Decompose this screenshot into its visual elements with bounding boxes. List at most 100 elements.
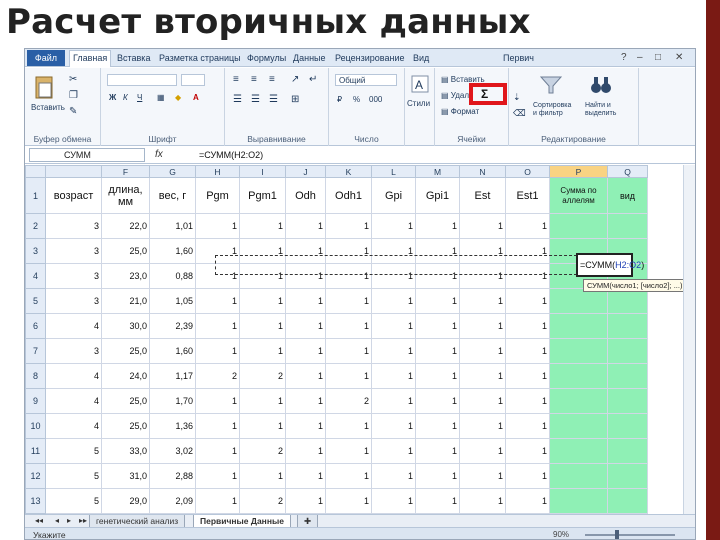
data-cell[interactable]: 1 [415, 288, 460, 314]
data-cell[interactable]: 1 [415, 213, 460, 239]
paste-icon[interactable] [33, 74, 55, 100]
row-header[interactable]: 9 [25, 388, 46, 414]
row-header[interactable]: 1 [25, 177, 46, 214]
sum-cell[interactable] [549, 413, 608, 439]
clear-icon[interactable]: ⌫ [513, 108, 526, 119]
data-cell[interactable]: 1 [195, 488, 240, 514]
data-cell[interactable]: 1 [415, 313, 460, 339]
sum-cell[interactable] [549, 488, 608, 514]
data-cell[interactable]: 25,0 [101, 238, 150, 264]
species-cell[interactable] [607, 488, 648, 514]
merge-cells-icon[interactable]: ⊞ [291, 94, 299, 105]
data-cell[interactable]: 1 [239, 263, 286, 289]
data-cell[interactable]: 1 [459, 338, 506, 364]
data-cell[interactable]: 1 [195, 463, 240, 489]
align-middle-icon[interactable]: ≡ [251, 74, 257, 85]
data-cell[interactable]: 3 [45, 238, 102, 264]
data-cell[interactable]: 1 [195, 213, 240, 239]
data-cell[interactable]: 25,0 [101, 338, 150, 364]
data-cell[interactable]: 1 [459, 488, 506, 514]
row-header[interactable]: 2 [25, 213, 46, 239]
data-cell[interactable]: 1 [285, 338, 326, 364]
filter-icon[interactable] [539, 74, 563, 96]
data-cell[interactable]: 1 [285, 213, 326, 239]
data-cell[interactable]: 1 [239, 238, 286, 264]
close-icon[interactable]: ✕ [675, 51, 683, 65]
data-cell[interactable]: 1 [195, 263, 240, 289]
data-cell[interactable]: 1 [239, 288, 286, 314]
data-cell[interactable]: 1 [325, 463, 372, 489]
sum-cell[interactable] [549, 338, 608, 364]
data-cell[interactable]: 1,05 [149, 288, 196, 314]
data-cell[interactable]: 1,36 [149, 413, 196, 439]
column-header[interactable]: I [239, 165, 286, 178]
data-cell[interactable]: 1 [195, 338, 240, 364]
name-box[interactable]: СУММ [29, 148, 145, 162]
data-cell[interactable]: 4 [45, 363, 102, 389]
data-cell[interactable]: 1 [459, 263, 506, 289]
data-cell[interactable]: 3 [45, 338, 102, 364]
data-cell[interactable]: 1 [285, 463, 326, 489]
sum-cell[interactable] [549, 363, 608, 389]
select-all-corner[interactable] [25, 165, 46, 178]
data-cell[interactable]: 1 [459, 238, 506, 264]
align-right-icon[interactable]: ☰ [269, 94, 278, 105]
column-header[interactable]: J [285, 165, 326, 178]
column-header[interactable]: N [459, 165, 506, 178]
zoom-slider[interactable] [585, 534, 675, 536]
number-format-select[interactable]: Общий [335, 74, 397, 86]
align-top-icon[interactable]: ≡ [233, 74, 239, 85]
species-cell[interactable] [607, 313, 648, 339]
data-cell[interactable]: 1 [195, 413, 240, 439]
data-cell[interactable]: 1 [239, 313, 286, 339]
data-cell[interactable]: 1 [195, 388, 240, 414]
data-cell[interactable]: 1 [325, 413, 372, 439]
sum-cell[interactable] [549, 463, 608, 489]
data-cell[interactable]: 0,88 [149, 263, 196, 289]
data-cell[interactable]: 2 [239, 363, 286, 389]
percent-icon[interactable]: % [353, 94, 360, 105]
data-cell[interactable]: 1 [285, 363, 326, 389]
data-cell[interactable]: 1 [505, 488, 550, 514]
data-cell[interactable]: 1 [285, 488, 326, 514]
row-header[interactable]: 5 [25, 288, 46, 314]
data-cell[interactable]: 1 [239, 338, 286, 364]
data-cell[interactable]: 1 [459, 413, 506, 439]
data-cell[interactable]: 24,0 [101, 363, 150, 389]
column-header[interactable]: Q [607, 165, 648, 178]
find-select-button[interactable]: Найти и выделить [585, 102, 629, 118]
data-cell[interactable]: 1 [459, 213, 506, 239]
data-cell[interactable]: 1 [195, 438, 240, 464]
data-cell[interactable]: 1,60 [149, 238, 196, 264]
borders-icon[interactable]: ▦ [157, 92, 165, 103]
underline-icon[interactable]: Ч [137, 92, 142, 103]
data-cell[interactable]: 1 [285, 238, 326, 264]
data-cell[interactable]: 1 [371, 313, 416, 339]
menu-data[interactable]: Данные [293, 51, 326, 65]
data-cell[interactable]: 1 [371, 363, 416, 389]
data-cell[interactable]: 1,17 [149, 363, 196, 389]
row-header[interactable]: 7 [25, 338, 46, 364]
data-cell[interactable]: 31,0 [101, 463, 150, 489]
zoom-slider-knob[interactable] [615, 530, 619, 539]
vertical-scrollbar[interactable] [683, 165, 695, 514]
column-header-selected[interactable]: P [549, 165, 608, 178]
menu-insert[interactable]: Вставка [117, 51, 150, 65]
row-header[interactable]: 4 [25, 263, 46, 289]
sum-cell[interactable] [549, 388, 608, 414]
data-cell[interactable]: 21,0 [101, 288, 150, 314]
minimize-icon[interactable]: – [637, 51, 643, 65]
currency-icon[interactable]: ₽ [337, 94, 342, 105]
header-cell-sum[interactable]: Сумма по аллелям [549, 177, 608, 214]
data-cell[interactable]: 1 [285, 313, 326, 339]
fill-color-icon[interactable]: ◆ [175, 92, 181, 103]
data-cell[interactable]: 1 [371, 338, 416, 364]
row-header[interactable]: 12 [25, 463, 46, 489]
column-header[interactable]: L [371, 165, 416, 178]
menu-file[interactable]: Файл [27, 50, 65, 66]
binoculars-icon[interactable] [589, 74, 613, 96]
data-cell[interactable]: 1 [505, 438, 550, 464]
data-cell[interactable]: 1 [459, 388, 506, 414]
data-cell[interactable]: 2 [239, 438, 286, 464]
data-cell[interactable]: 1 [505, 338, 550, 364]
